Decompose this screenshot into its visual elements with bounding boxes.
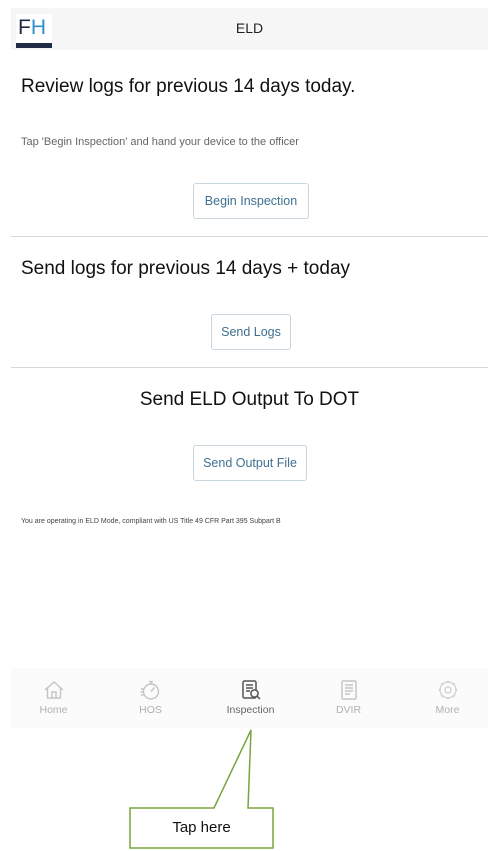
- send-logs-button[interactable]: Send Logs: [211, 314, 291, 350]
- eld-mode-footnote: You are operating in ELD Mode, compliant…: [21, 518, 281, 525]
- review-note: Tap 'Begin Inspection' and hand your dev…: [21, 136, 299, 148]
- nav-item-home[interactable]: Home: [6, 668, 101, 728]
- nav-item-inspection[interactable]: Inspection: [203, 668, 298, 728]
- review-heading: Review logs for previous 14 days today.: [21, 76, 356, 97]
- nav-item-hos[interactable]: HOS: [103, 668, 198, 728]
- logo-bar: [16, 43, 52, 48]
- nav-item-more[interactable]: More: [400, 668, 490, 728]
- home-icon: [44, 681, 64, 699]
- section-divider: [11, 367, 488, 368]
- document-icon: [341, 680, 357, 700]
- begin-inspection-button[interactable]: Begin Inspection: [193, 183, 309, 219]
- gear-icon: [438, 680, 458, 700]
- send-output-file-button[interactable]: Send Output File: [193, 445, 307, 481]
- nav-label-home: Home: [39, 704, 68, 716]
- section-divider: [11, 236, 488, 237]
- send-output-heading: Send ELD Output To DOT: [139, 389, 360, 410]
- send-logs-heading: Send logs for previous 14 days + today: [21, 258, 351, 279]
- nav-label-hos: HOS: [139, 704, 162, 716]
- inspection-icon: [242, 680, 261, 700]
- nav-item-dvir[interactable]: DVIR: [301, 668, 396, 728]
- eld-app-screen: FH ELD Review logs for previous 14 days …: [11, 8, 488, 728]
- nav-label-dvir: DVIR: [335, 704, 362, 716]
- tap-here-callout: Tap here: [172, 819, 231, 836]
- app-header: FH ELD: [11, 8, 488, 50]
- page-title: ELD: [235, 20, 264, 36]
- nav-label-inspection: Inspection: [226, 704, 275, 716]
- nav-label-more: More: [435, 704, 460, 716]
- stopwatch-icon: [140, 680, 160, 700]
- bottom-nav: Home HOS Inspection DVIR More: [11, 668, 488, 728]
